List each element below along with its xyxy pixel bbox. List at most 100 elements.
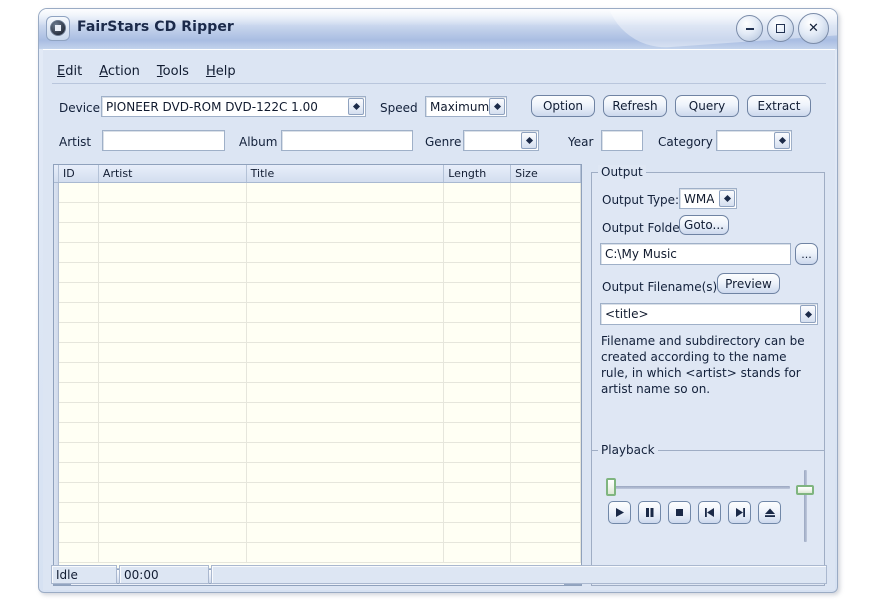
transport-controls	[608, 501, 788, 527]
speed-combo[interactable]: Maximum	[425, 96, 507, 117]
table-row[interactable]	[54, 263, 581, 283]
output-filename-value: <title>	[605, 307, 649, 321]
column-header-id[interactable]: ID	[59, 165, 99, 182]
column-header-artist[interactable]: Artist	[99, 165, 247, 182]
table-row[interactable]	[54, 183, 581, 203]
table-row[interactable]	[54, 543, 581, 563]
category-combo-dropdown-icon[interactable]	[774, 132, 790, 149]
table-row[interactable]	[54, 223, 581, 243]
speed-combo-dropdown-icon[interactable]	[489, 98, 505, 115]
track-list[interactable]: IDArtistTitleLengthSize ‹ ›	[53, 164, 582, 586]
category-combo[interactable]	[716, 130, 792, 151]
output-folder-label: Output Folder:	[602, 221, 689, 235]
maximize-button[interactable]	[767, 15, 794, 42]
cell-size	[511, 263, 581, 282]
table-row[interactable]	[54, 463, 581, 483]
status-elapsed: 00:00	[119, 565, 209, 584]
cd-disc-icon[interactable]	[46, 16, 70, 41]
cell-title	[247, 263, 445, 282]
table-row[interactable]	[54, 343, 581, 363]
cell-size	[511, 283, 581, 302]
cell-title	[247, 223, 445, 242]
table-row[interactable]	[54, 363, 581, 383]
menu-item-tools[interactable]: Tools	[152, 63, 201, 81]
output-filename-label: Output Filename(s):	[602, 280, 722, 294]
genre-combo[interactable]	[463, 130, 539, 151]
cell-artist	[99, 203, 247, 222]
next-icon	[734, 507, 746, 518]
track-list-header[interactable]: ID Artist Title Length Size	[54, 165, 581, 183]
table-row[interactable]	[54, 443, 581, 463]
cell-artist	[99, 483, 247, 502]
option-button[interactable]: Option	[531, 95, 595, 117]
volume-slider-thumb[interactable]	[796, 485, 814, 495]
cell-title	[247, 503, 445, 522]
table-row[interactable]	[54, 503, 581, 523]
device-combo[interactable]: PIONEER DVD-ROM DVD-122C 1.00	[101, 96, 366, 117]
artist-input[interactable]	[102, 130, 225, 151]
menu-item-help[interactable]: Help	[201, 63, 248, 81]
browse-folder-button[interactable]: ...	[795, 243, 818, 265]
position-slider-track[interactable]	[609, 486, 790, 489]
table-row[interactable]	[54, 203, 581, 223]
year-label: Year	[568, 135, 594, 149]
eject-button[interactable]	[758, 501, 781, 524]
menu-item-action[interactable]: Action	[94, 63, 152, 81]
column-header-length[interactable]: Length	[444, 165, 512, 182]
status-state: Idle	[51, 565, 117, 584]
output-filename-dropdown-icon[interactable]	[800, 305, 816, 323]
volume-slider-track[interactable]	[804, 470, 807, 542]
preview-button[interactable]: Preview	[717, 273, 780, 294]
pause-button[interactable]	[638, 501, 661, 524]
output-folder-input[interactable]: C:\My Music	[600, 243, 791, 265]
cell-artist	[99, 243, 247, 262]
cell-title	[247, 383, 445, 402]
table-row[interactable]	[54, 523, 581, 543]
menu-accel-help: H	[205, 64, 216, 79]
app-window: FairStars CD Ripper ✕ Edit Action Tools …	[38, 8, 838, 593]
extract-button[interactable]: Extract	[747, 95, 811, 117]
table-row[interactable]	[54, 423, 581, 443]
disc-shape	[50, 20, 66, 36]
output-type-combo[interactable]: WMA	[679, 188, 737, 209]
track-list-body[interactable]	[54, 183, 581, 567]
column-header-size[interactable]: Size	[511, 165, 581, 182]
column-header-title[interactable]: Title	[247, 165, 445, 182]
album-input[interactable]	[281, 130, 413, 151]
play-button[interactable]	[608, 501, 631, 524]
table-row[interactable]	[54, 403, 581, 423]
close-button[interactable]: ✕	[798, 13, 829, 44]
table-row[interactable]	[54, 383, 581, 403]
pause-icon	[644, 507, 655, 518]
output-help-text: Filename and subdirectory can be created…	[601, 334, 805, 396]
volume-slider[interactable]	[795, 467, 815, 545]
cell-length	[444, 503, 512, 522]
position-slider[interactable]	[606, 477, 793, 497]
table-row[interactable]	[54, 483, 581, 503]
position-slider-thumb[interactable]	[606, 478, 616, 496]
menu-item-edit[interactable]: Edit	[52, 63, 94, 81]
next-button[interactable]	[728, 501, 751, 524]
year-input[interactable]	[601, 130, 643, 151]
device-combo-dropdown-icon[interactable]	[348, 98, 364, 115]
table-row[interactable]	[54, 283, 581, 303]
output-type-dropdown-icon[interactable]	[719, 190, 735, 207]
menubar: Edit Action Tools Help	[52, 61, 826, 84]
goto-button[interactable]: Goto...	[679, 215, 729, 235]
stop-button[interactable]	[668, 501, 691, 524]
cell-length	[444, 523, 512, 542]
cell-length	[444, 403, 512, 422]
query-button[interactable]: Query	[675, 95, 739, 117]
refresh-button[interactable]: Refresh	[603, 95, 667, 117]
close-icon: ✕	[808, 21, 819, 36]
output-filename-combo[interactable]: <title>	[600, 303, 818, 325]
cell-length	[444, 223, 512, 242]
previous-button[interactable]	[698, 501, 721, 524]
cell-title	[247, 203, 445, 222]
table-row[interactable]	[54, 323, 581, 343]
table-row[interactable]	[54, 303, 581, 323]
table-row[interactable]	[54, 243, 581, 263]
row-header-strip	[54, 183, 59, 567]
genre-combo-dropdown-icon[interactable]	[521, 132, 537, 149]
minimize-button[interactable]	[736, 15, 763, 42]
